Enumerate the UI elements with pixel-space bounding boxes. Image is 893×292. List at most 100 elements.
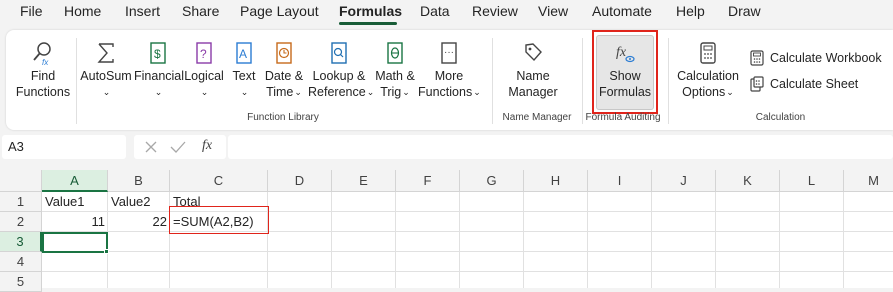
menu-data[interactable]: Data: [420, 3, 450, 19]
group-label-calculation: Calculation: [755, 112, 806, 123]
more-functions-button[interactable]: ··· More Functions⌄: [418, 40, 481, 100]
math-trig-button[interactable]: Math & Trig⌄: [372, 40, 418, 100]
insert-function-icon[interactable]: fx: [202, 138, 212, 154]
menu-draw[interactable]: Draw: [728, 3, 761, 19]
find-functions-label-2: Functions: [15, 85, 71, 99]
menu-view[interactable]: View: [538, 3, 568, 19]
cell-a1[interactable]: Value1: [42, 192, 108, 212]
calculation-options-label-1: Calculation: [677, 69, 739, 83]
select-all-corner[interactable]: [0, 170, 42, 192]
chevron-down-icon: ⌄: [473, 87, 481, 97]
name-manager-label-2: Manager: [508, 85, 558, 99]
calculation-options-button[interactable]: Calculation Options⌄: [676, 40, 740, 100]
gridline: [331, 192, 332, 288]
formula-controls: fx: [134, 135, 226, 159]
menu-file[interactable]: File: [20, 3, 43, 19]
menu-insert[interactable]: Insert: [125, 3, 160, 19]
cell-b2[interactable]: 22: [108, 212, 170, 232]
calculate-workbook-button[interactable]: Calculate Workbook: [750, 50, 882, 66]
menu-home[interactable]: Home: [64, 3, 101, 19]
financial-icon: $: [150, 42, 166, 64]
column-header-b[interactable]: B: [108, 170, 170, 192]
enter-check-icon[interactable]: [170, 140, 186, 154]
date-time-button[interactable]: Date & Time⌄: [262, 40, 306, 100]
financial-button[interactable]: $ Financial ⌄: [134, 40, 185, 100]
date-time-label-1: Date &: [264, 69, 304, 83]
gridline: [587, 192, 588, 288]
menu-review[interactable]: Review: [472, 3, 518, 19]
gridline: [523, 192, 524, 288]
column-header-i[interactable]: I: [588, 170, 652, 192]
gridline: [42, 251, 893, 252]
autosum-button[interactable]: AutoSum ⌄: [80, 40, 132, 100]
row-header-3[interactable]: 3: [0, 232, 42, 252]
more-functions-label-2: Functions: [418, 85, 473, 99]
menu-bar: File Home Insert Share Page Layout Formu…: [0, 0, 893, 25]
menu-formulas[interactable]: Formulas: [339, 3, 402, 19]
menu-help[interactable]: Help: [676, 3, 705, 19]
text-button[interactable]: A Text ⌄: [228, 40, 260, 100]
name-manager-button[interactable]: Name Manager: [502, 40, 564, 100]
financial-label: Financial: [134, 69, 185, 83]
row-header-1[interactable]: 1: [0, 192, 42, 212]
column-header-f[interactable]: F: [396, 170, 460, 192]
cancel-icon[interactable]: [144, 140, 158, 154]
calculate-sheet-icon: [750, 76, 764, 92]
logical-label: Logical: [184, 69, 224, 83]
more-functions-label-1: More: [434, 69, 464, 83]
column-header-c[interactable]: C: [170, 170, 268, 192]
svg-text:?: ?: [200, 47, 207, 61]
menu-share[interactable]: Share: [182, 3, 219, 19]
lookup-icon: [331, 42, 347, 64]
gridline: [843, 192, 844, 288]
row-header-5[interactable]: 5: [0, 272, 42, 292]
gridline: [779, 192, 780, 288]
column-header-m[interactable]: M: [844, 170, 893, 192]
menu-automate[interactable]: Automate: [592, 3, 652, 19]
formula-input[interactable]: [228, 135, 893, 159]
row-header-2[interactable]: 2: [0, 212, 42, 232]
autosum-label: AutoSum: [80, 69, 132, 83]
row-header-4[interactable]: 4: [0, 252, 42, 272]
column-header-a[interactable]: A: [42, 170, 108, 192]
show-formulas-label-2: Formulas: [598, 85, 652, 99]
active-tab-indicator: [339, 22, 397, 25]
calculator-icon: [750, 50, 764, 66]
show-formulas-label-1: Show: [609, 69, 641, 83]
chevron-down-icon: ⌄: [294, 87, 302, 97]
text-icon: A: [236, 42, 252, 64]
column-header-k[interactable]: K: [716, 170, 780, 192]
calculate-sheet-label: Calculate Sheet: [770, 77, 859, 91]
find-functions-icon: fx: [33, 42, 51, 66]
column-header-j[interactable]: J: [652, 170, 716, 192]
fill-handle[interactable]: [104, 249, 109, 254]
calculate-sheet-button[interactable]: Calculate Sheet: [750, 76, 858, 92]
math-trig-label-2: Trig: [380, 85, 402, 99]
column-header-d[interactable]: D: [268, 170, 332, 192]
chevron-down-icon: ⌄: [102, 87, 111, 97]
formula-cell-highlight: [169, 206, 269, 234]
logical-button[interactable]: ? Logical ⌄: [182, 40, 226, 100]
svg-text:···: ···: [444, 47, 454, 58]
svg-text:$: $: [154, 47, 161, 61]
cell-b1[interactable]: Value2: [108, 192, 170, 212]
column-header-h[interactable]: H: [524, 170, 588, 192]
clock-icon: [276, 42, 292, 64]
svg-text:fx: fx: [616, 45, 627, 60]
more-functions-icon: ···: [441, 42, 457, 64]
name-box[interactable]: A3: [2, 135, 126, 159]
group-label-formula-auditing: Formula Auditing: [585, 112, 661, 123]
math-trig-label-1: Math &: [375, 69, 415, 83]
gridline: [715, 192, 716, 288]
calculation-options-label-2: Options: [682, 85, 726, 99]
column-header-e[interactable]: E: [332, 170, 396, 192]
column-header-l[interactable]: L: [780, 170, 844, 192]
active-cell-border: [42, 232, 108, 253]
menu-page-layout[interactable]: Page Layout: [240, 3, 319, 19]
cell-a2[interactable]: 11: [42, 212, 108, 232]
show-formulas-button[interactable]: fx Show Formulas: [596, 40, 654, 100]
lookup-reference-button[interactable]: Lookup & Reference⌄: [308, 40, 374, 100]
find-functions-button[interactable]: fx Find Functions: [14, 40, 72, 100]
column-header-g[interactable]: G: [460, 170, 524, 192]
gridline: [651, 192, 652, 288]
